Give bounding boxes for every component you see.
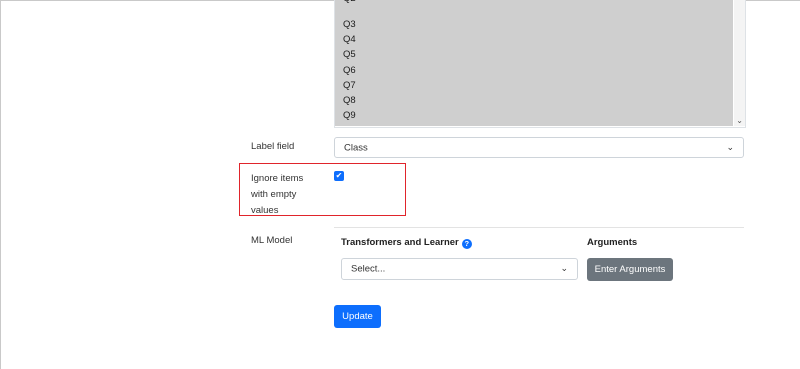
selected-options-area: Q2 Q3 Q4 Q5 Q6 Q7 Q8 Q9	[335, 0, 733, 126]
section-divider	[334, 227, 744, 228]
help-icon[interactable]: ?	[461, 239, 472, 249]
chevron-down-icon: ⌄	[560, 262, 568, 273]
arguments-header: Arguments	[587, 237, 638, 248]
list-item[interactable]: Q2	[343, 0, 356, 5]
ml-model-label: ML Model	[251, 235, 293, 246]
ignore-empty-checkbox[interactable]: ✔	[334, 171, 344, 181]
list-scrollbar[interactable]: ⌄	[734, 0, 745, 126]
update-button[interactable]: Update	[334, 305, 381, 328]
label-line: values	[251, 205, 279, 216]
question-multiselect[interactable]: Q2 Q3 Q4 Q5 Q6 Q7 Q8 Q9 ⌄	[334, 0, 746, 128]
transformer-learner-select[interactable]: Select... ⌄	[341, 258, 578, 280]
ignore-empty-label: Ignore items with empty values	[251, 171, 303, 219]
list-item[interactable]: Q6	[343, 65, 356, 77]
transformers-header-text: Transformers and Learner	[341, 237, 459, 248]
list-item[interactable]: Q5	[343, 49, 356, 61]
list-item[interactable]: Q3	[343, 19, 356, 31]
chevron-down-icon: ⌄	[726, 141, 734, 152]
transformer-select-value: Select...	[351, 263, 386, 275]
checkmark-icon: ✔	[335, 171, 343, 180]
list-item[interactable]: Q9	[343, 110, 356, 122]
chevron-down-icon[interactable]: ⌄	[736, 116, 743, 125]
label-line: Ignore items	[251, 173, 304, 184]
label-line: with empty	[251, 189, 297, 200]
enter-arguments-button[interactable]: Enter Arguments	[587, 258, 673, 281]
label-field-select[interactable]: Class ⌄	[334, 137, 744, 158]
list-item[interactable]: Q4	[343, 34, 356, 46]
list-item[interactable]: Q8	[343, 95, 356, 107]
list-item[interactable]: Q7	[343, 80, 356, 92]
label-field-value: Class	[344, 142, 368, 153]
label-field-label: Label field	[251, 141, 295, 152]
transformers-header: Transformers and Learner?	[341, 237, 472, 249]
